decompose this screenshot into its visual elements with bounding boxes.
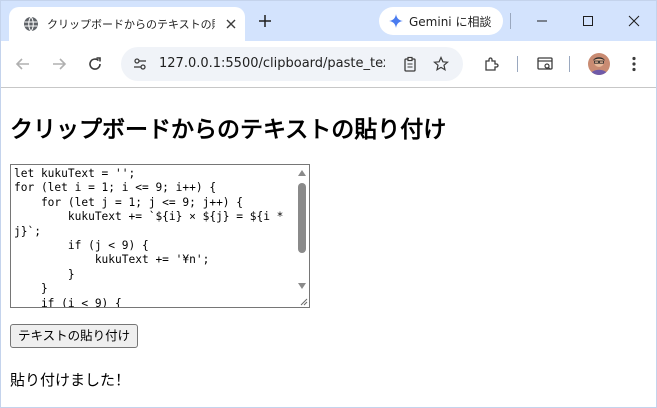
page-content: クリップボードからのテキストの貼り付け let kukuText = ''; f…	[1, 88, 656, 407]
address-bar[interactable]: 127.0.0.1:5500/clipboard/paste_tex...	[121, 47, 463, 81]
tab-title: クリップボードからのテキストの貼り付け	[47, 18, 215, 31]
code-textarea[interactable]: let kukuText = ''; for (let i = 1; i <= …	[10, 164, 310, 308]
forward-arrow-icon[interactable]	[47, 52, 71, 76]
minimize-icon[interactable]	[530, 9, 554, 33]
toolbar: 127.0.0.1:5500/clipboard/paste_tex...	[1, 41, 656, 88]
textarea-text[interactable]: let kukuText = ''; for (let i = 1; i <= …	[14, 167, 294, 307]
vertical-scrollbar[interactable]	[295, 165, 309, 307]
extensions-puzzle-icon[interactable]	[479, 52, 503, 76]
site-info-icon[interactable]	[131, 55, 149, 73]
close-window-icon[interactable]	[622, 9, 646, 33]
scroll-down-icon[interactable]	[297, 281, 307, 291]
gemini-button[interactable]: Gemini に相談	[379, 7, 503, 35]
scroll-up-icon[interactable]	[297, 168, 307, 178]
scroll-thumb[interactable]	[298, 183, 306, 253]
gemini-sparkle-icon	[389, 14, 403, 28]
globe-icon	[24, 16, 38, 32]
reload-icon[interactable]	[83, 52, 107, 76]
tab-search-icon[interactable]	[533, 52, 557, 76]
divider	[517, 56, 518, 72]
status-message: 貼り付けました！	[10, 371, 131, 389]
divider	[569, 56, 570, 72]
new-tab-plus-icon[interactable]	[255, 11, 275, 31]
browser-window: クリップボードからのテキストの貼り付け Gemini に相談	[0, 0, 657, 408]
clipboard-icon[interactable]	[399, 53, 421, 75]
back-arrow-icon[interactable]	[11, 52, 35, 76]
page-title: クリップボードからのテキストの貼り付け	[10, 117, 447, 143]
maximize-icon[interactable]	[576, 9, 600, 33]
divider	[510, 13, 511, 29]
paste-text-button[interactable]: テキストの貼り付け	[10, 324, 139, 348]
url-text[interactable]: 127.0.0.1:5500/clipboard/paste_tex...	[159, 56, 385, 71]
close-icon[interactable]	[223, 16, 239, 32]
more-menu-icon[interactable]	[622, 52, 646, 76]
active-tab[interactable]: クリップボードからのテキストの貼り付け	[9, 7, 245, 41]
tab-strip: クリップボードからのテキストの貼り付け Gemini に相談	[1, 1, 656, 41]
bookmark-star-icon[interactable]	[430, 53, 452, 75]
profile-avatar[interactable]	[588, 53, 610, 75]
resize-grip-icon[interactable]	[298, 296, 308, 306]
gemini-label: Gemini に相談	[409, 14, 492, 29]
